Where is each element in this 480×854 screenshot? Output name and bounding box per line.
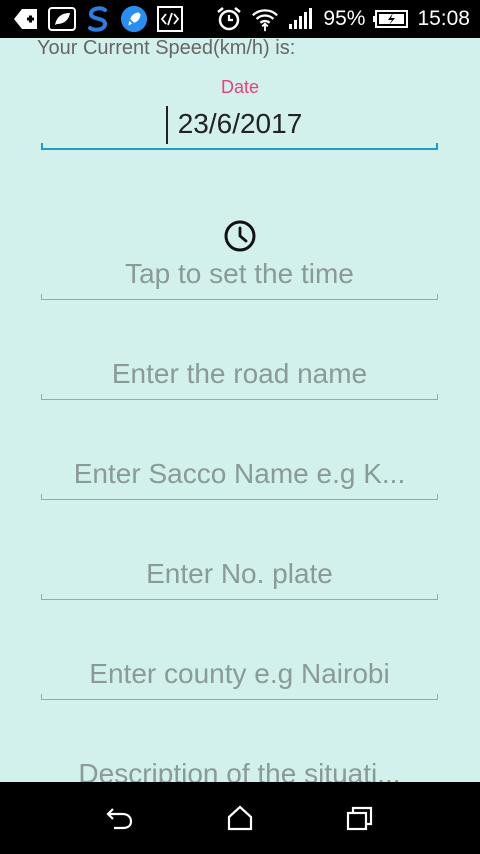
date-field-underline [41,143,438,150]
alarm-icon [215,5,243,33]
road-name-input[interactable]: Enter the road name [41,358,438,390]
time-input-underline [41,294,438,300]
date-field[interactable]: 23/6/2017 [0,108,480,140]
add-notification-icon [12,5,40,33]
battery-charging-icon [373,5,409,33]
code-icon [156,5,184,33]
recent-apps-icon [346,806,373,831]
clock-time: 15:08 [417,7,470,30]
plate-number-underline [41,594,438,600]
date-floating-label: Date [220,77,260,97]
back-icon [106,808,133,830]
home-button[interactable] [210,788,270,848]
road-name-underline [41,394,438,400]
time-input[interactable]: Tap to set the time [41,258,438,290]
county-input[interactable]: Enter county e.g Nairobi [41,658,438,690]
plate-number-input[interactable]: Enter No. plate [41,558,438,590]
county-underline [41,694,438,700]
speed-label: Your Current Speed(km/h) is: [37,38,296,59]
recent-apps-button[interactable] [330,788,390,848]
back-button[interactable] [90,788,150,848]
text-cursor [166,106,168,144]
wifi-icon [251,5,279,33]
s-app-icon [84,5,112,33]
signal-icon [287,5,315,33]
form-container: Your Current Speed(km/h) is: Date 23/6/2… [0,38,480,782]
navigation-bar [0,782,480,854]
status-bar: 95% 15:08 [0,0,480,38]
rocket-icon [120,5,148,33]
sacco-name-underline [41,494,438,500]
leaf-icon [48,5,76,33]
clock-icon[interactable] [223,219,257,253]
battery-percent: 95% [323,7,366,30]
home-icon [227,805,253,831]
sacco-name-input[interactable]: Enter Sacco Name e.g K... [41,458,438,490]
description-input[interactable]: Description of the situati... [41,758,438,782]
